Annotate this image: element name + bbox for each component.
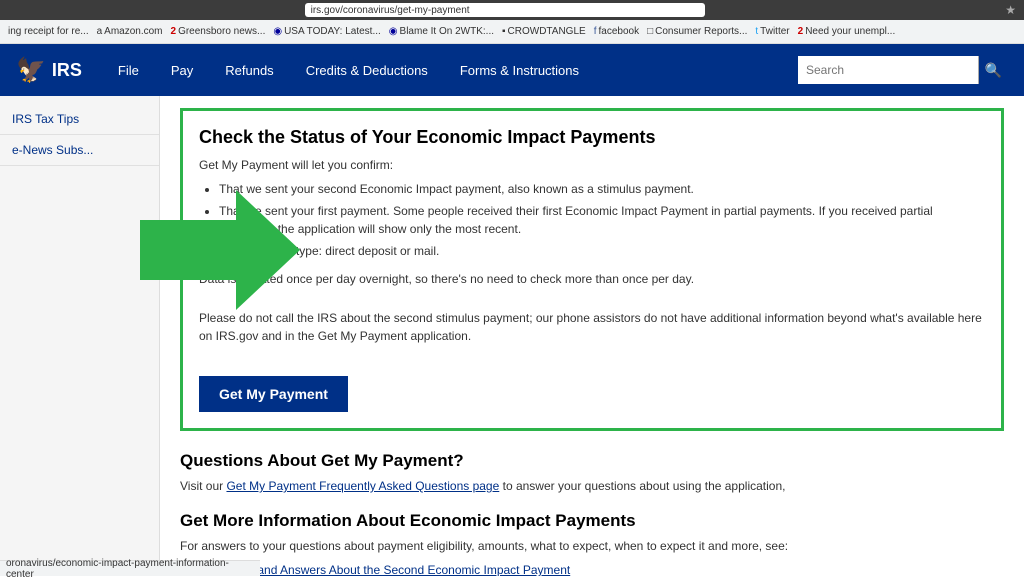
more-info-title: Get More Information About Economic Impa… — [180, 511, 1004, 531]
bookmark-unempl[interactable]: 2 Need your unempl... — [798, 26, 896, 37]
url-text: irs.gov/coronavirus/get-my-payment — [311, 5, 470, 16]
get-my-payment-button[interactable]: Get My Payment — [199, 376, 348, 412]
more-info-bullets: Questions and Answers About the Second E… — [200, 561, 1004, 576]
sidebar: IRS Tax Tips e-News Subs... — [0, 96, 160, 576]
bookmark-star-icon[interactable]: ★ — [1005, 3, 1016, 17]
green-arrow-icon — [140, 190, 300, 310]
bookmark-item[interactable]: ing receipt for re... — [8, 26, 89, 37]
questions-title: Questions About Get My Payment? — [180, 451, 1004, 471]
sidebar-item-enews[interactable]: e-News Subs... — [0, 135, 159, 166]
more-info-section: Get More Information About Economic Impa… — [180, 511, 1004, 576]
search-button[interactable]: 🔍 — [978, 56, 1008, 84]
search-input[interactable] — [798, 56, 978, 84]
questions-text: Visit our Get My Payment Frequently Aske… — [180, 477, 1004, 495]
bookmark-twitter[interactable]: t Twitter — [755, 26, 789, 37]
questions-section: Questions About Get My Payment? Visit ou… — [180, 451, 1004, 495]
questions-text-after: to answer your questions about using the… — [499, 479, 785, 493]
main-nav: File Pay Refunds Credits & Deductions Fo… — [102, 44, 798, 96]
bookmarks-bar: ing receipt for re... a Amazon.com 2 Gre… — [0, 20, 1024, 44]
questions-faq-link[interactable]: Get My Payment Frequently Asked Question… — [226, 479, 499, 493]
bookmark-consumer[interactable]: □ Consumer Reports... — [647, 26, 747, 37]
browser-chrome: irs.gov/coronavirus/get-my-payment ★ — [0, 0, 1024, 20]
bookmark-greensboro[interactable]: 2 Greensboro news... — [171, 26, 266, 37]
status-phone-text: Please do not call the IRS about the sec… — [199, 309, 985, 345]
status-box-bullets: That we sent your second Economic Impact… — [219, 180, 985, 260]
irs-header: 🦅 IRS File Pay Refunds Credits & Deducti… — [0, 44, 1024, 96]
bullet-3: Your payment type: direct deposit or mai… — [219, 242, 985, 260]
bullet-2: That we sent your first payment. Some pe… — [219, 202, 985, 238]
bookmark-facebook[interactable]: f facebook — [594, 26, 639, 37]
irs-logo-text: IRS — [52, 60, 82, 81]
sidebar-item-tax-tips[interactable]: IRS Tax Tips — [0, 104, 159, 135]
url-bar[interactable]: irs.gov/coronavirus/get-my-payment — [305, 3, 705, 17]
green-arrow-overlay — [140, 190, 300, 310]
more-info-bullet-1: Questions and Answers About the Second E… — [200, 561, 1004, 576]
content-area: Check the Status of Your Economic Impact… — [160, 96, 1024, 576]
irs-logo[interactable]: 🦅 IRS — [16, 56, 82, 85]
main-layout: IRS Tax Tips e-News Subs... Check the St… — [0, 96, 1024, 576]
status-bar-url: oronavirus/economic-impact-payment-infor… — [6, 558, 254, 580]
nav-refunds[interactable]: Refunds — [209, 44, 289, 96]
more-info-intro: For answers to your questions about paym… — [180, 537, 1004, 555]
status-box-title: Check the Status of Your Economic Impact… — [199, 127, 985, 148]
bookmark-usatoday[interactable]: ◉ USA TODAY: Latest... — [273, 26, 380, 37]
nav-file[interactable]: File — [102, 44, 155, 96]
status-box: Check the Status of Your Economic Impact… — [180, 108, 1004, 431]
bookmark-amazon[interactable]: a Amazon.com — [97, 26, 163, 37]
nav-credits-deductions[interactable]: Credits & Deductions — [290, 44, 444, 96]
irs-eagle-icon: 🦅 — [16, 56, 46, 85]
bullet-1: That we sent your second Economic Impact… — [219, 180, 985, 198]
status-update-text: Data is updated once per day overnight, … — [199, 270, 985, 288]
questions-text-before: Visit our — [180, 479, 226, 493]
nav-forms-instructions[interactable]: Forms & Instructions — [444, 44, 595, 96]
status-box-intro: Get My Payment will let you confirm: — [199, 156, 985, 174]
bookmark-crowdtangle[interactable]: ▪ CROWDTANGLE — [502, 26, 586, 37]
nav-pay[interactable]: Pay — [155, 44, 209, 96]
status-bar: oronavirus/economic-impact-payment-infor… — [0, 560, 260, 576]
bookmark-blame[interactable]: ◉ Blame It On 2WTK:... — [389, 26, 494, 37]
search-container: 🔍 — [798, 56, 1008, 84]
